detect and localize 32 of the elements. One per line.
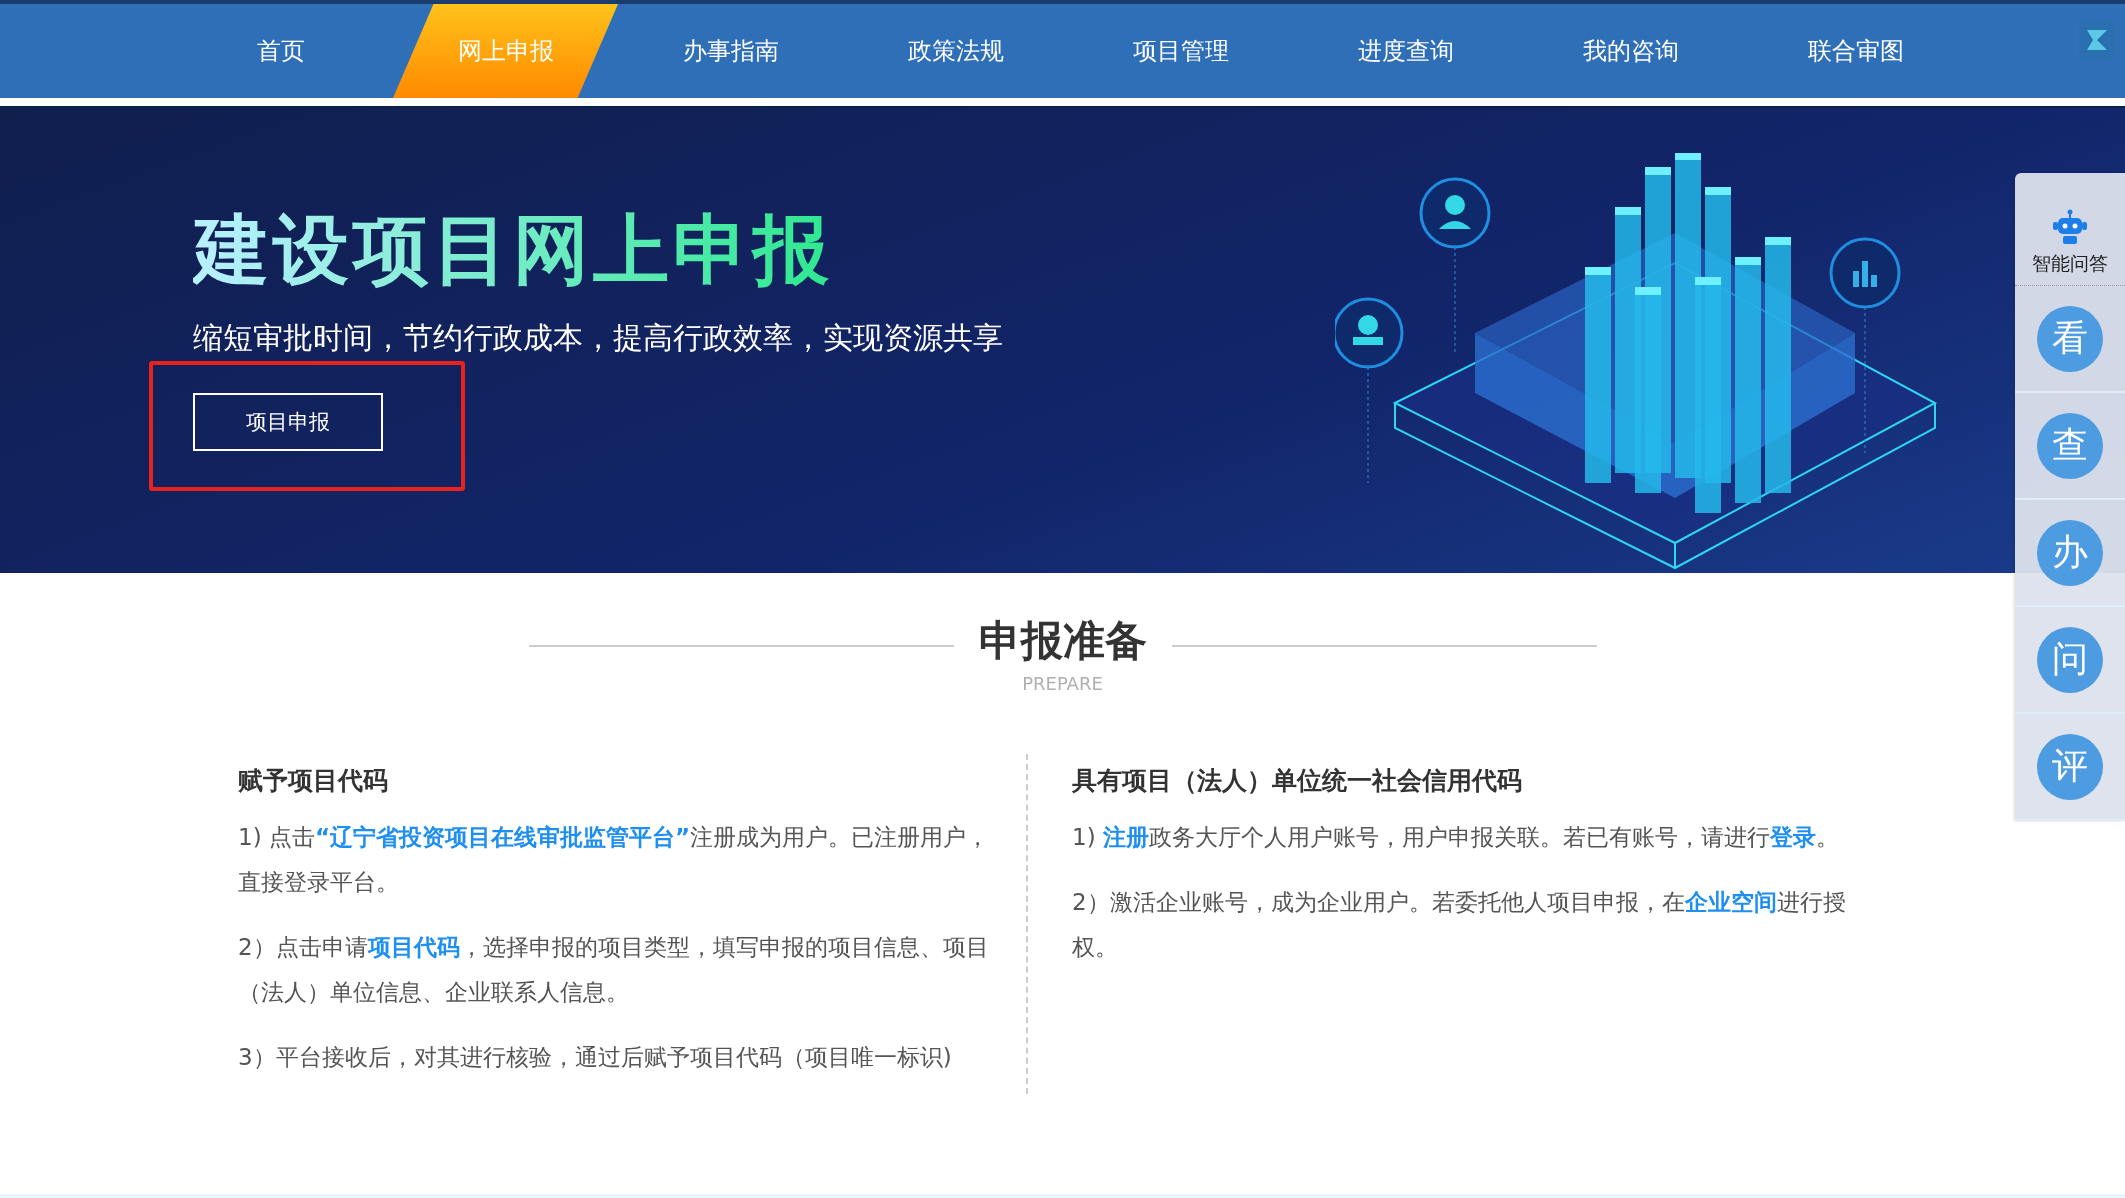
service-button[interactable]: 看 (2037, 305, 2103, 372)
step-paragraph: 1) 注册政务大厅个人用户账号，用户申报关联。若已有账号，请进行登录。 (1072, 823, 1840, 852)
logo-icon[interactable] (2079, 22, 2115, 58)
service-button[interactable]: 评 (2037, 733, 2103, 800)
nav-tab[interactable]: 我的咨询 (1518, 4, 1743, 98)
service-button[interactable]: 办 (2037, 519, 2103, 586)
link[interactable]: 注册 (1102, 824, 1149, 850)
step-paragraph: 3）平台接收后，对其进行核验，通过后赋予项目代码（项目唯一标识) (238, 1043, 953, 1072)
service-button[interactable]: 问 (2037, 626, 2103, 693)
service-button[interactable]: 查 (2037, 412, 2103, 479)
step-paragraph: 2）激活企业账号，成为企业用户。若委托他人项目申报，在企业空间进行授权。 (1072, 888, 1847, 962)
nav-tab[interactable]: 项目管理 (1068, 4, 1293, 98)
column-heading: 赋予项目代码 (238, 765, 389, 797)
apply-button[interactable]: 项目申报 (193, 392, 383, 451)
nav-tab[interactable]: 网上申报 (393, 4, 618, 98)
link[interactable]: 登录 (1769, 824, 1816, 850)
hero-subtitle: 缩短审批时间，节约行政成本，提高行政效率，实现资源共享 (193, 318, 1004, 357)
nav-tab[interactable]: 办事指南 (618, 4, 843, 98)
step-paragraph: 1) 点击“辽宁省投资项目在线审批监管平台”注册成为用户。已注册用户，直接登录平台。 (238, 823, 990, 897)
assistant-label[interactable]: 智能问答 (2032, 251, 2108, 277)
link[interactable]: 项目代码 (367, 934, 460, 960)
link[interactable]: 企业空间 (1684, 889, 1777, 915)
section-subtitle: PREPARE (1022, 673, 1103, 694)
section-title: 申报准备 (978, 615, 1147, 667)
nav-tab[interactable]: 进度查询 (1293, 4, 1518, 98)
nav-tab[interactable]: 联合审图 (1743, 4, 1968, 98)
robot-icon[interactable] (2050, 209, 2090, 245)
nav-tab[interactable]: 首页 (168, 4, 393, 98)
nav-tab[interactable]: 政策法规 (843, 4, 1068, 98)
column-heading: 具有项目（法人）单位统一社会信用代码 (1072, 765, 1523, 797)
link[interactable]: “辽宁省投资项目在线审批监管平台” (314, 824, 691, 850)
step-paragraph: 2）点击申请项目代码，选择申报的项目类型，填写申报的项目信息、项目（法人）单位信息、企业联系人信息。 (238, 933, 990, 1007)
